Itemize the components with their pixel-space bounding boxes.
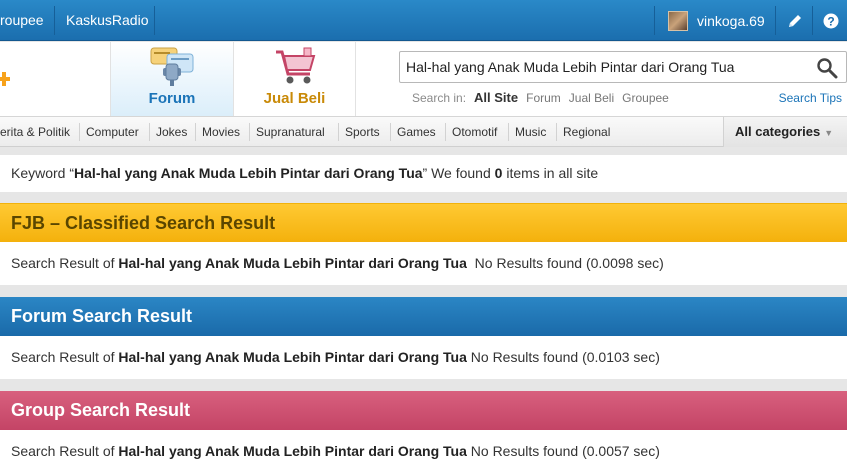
category-divider <box>390 123 391 141</box>
fjb-result-row: Search Result of Hal-hal yang Anak Muda … <box>0 242 847 285</box>
all-categories-label: All categories <box>735 124 821 139</box>
all-categories-dropdown[interactable]: All categories ▼ <box>723 117 847 147</box>
group-section-header: Group Search Result <box>0 391 847 430</box>
avatar <box>668 10 688 31</box>
user-menu[interactable]: vinkoga.69 <box>660 0 765 41</box>
group-result-status: No Results found (0.0057 sec) <box>470 443 660 459</box>
scope-jual-beli[interactable]: Jual Beli <box>569 91 614 105</box>
forum-result-prefix: Search Result of <box>11 349 119 365</box>
search-icon[interactable] <box>814 55 840 81</box>
forum-result-status: No Results found (0.0103 sec) <box>470 349 660 365</box>
topbar-link-kaskusradio[interactable]: KaskusRadio <box>66 0 149 41</box>
category-divider <box>445 123 446 141</box>
caret-down-icon: ▼ <box>824 128 834 138</box>
nav-forum[interactable]: Forum <box>110 42 234 116</box>
fjb-result-status: No Results found (0.0098 sec) <box>474 255 664 271</box>
summary-middle: ” We found <box>422 165 495 181</box>
category-computer[interactable]: Computer <box>86 117 139 147</box>
help-icon[interactable]: ? <box>813 0 847 41</box>
logo-fragment-icon[interactable] <box>0 70 12 88</box>
category-otomotif[interactable]: Otomotif <box>452 117 497 147</box>
topbar-divider <box>54 6 55 35</box>
cart-icon <box>234 46 355 88</box>
scope-all-site[interactable]: All Site <box>474 90 518 105</box>
nav-jual-beli[interactable]: Jual Beli <box>234 42 356 116</box>
forum-icon <box>111 46 233 88</box>
scope-groupee[interactable]: Groupee <box>622 91 669 105</box>
svg-text:?: ? <box>827 14 834 28</box>
search-in-label: Search in: <box>412 91 467 105</box>
summary-prefix: Keyword “ <box>11 165 75 181</box>
forum-result-keyword: Hal-hal yang Anak Muda Lebih Pintar dari… <box>118 349 467 365</box>
topbar-link-groupee[interactable]: roupee <box>0 0 44 41</box>
summary-keyword: Hal-hal yang Anak Muda Lebih Pintar dari… <box>74 165 423 181</box>
category-games[interactable]: Games <box>397 117 436 147</box>
forum-section-header: Forum Search Result <box>0 297 847 336</box>
pencil-icon[interactable] <box>777 0 813 41</box>
category-supranatural[interactable]: Supranatural <box>256 117 325 147</box>
search-tips-link[interactable]: Search Tips <box>779 91 842 105</box>
group-result-row: Search Result of Hal-hal yang Anak Muda … <box>0 430 847 474</box>
scope-forum[interactable]: Forum <box>526 91 561 105</box>
group-result-prefix: Search Result of <box>11 443 119 459</box>
summary-suffix: items in all site <box>502 165 599 181</box>
topbar-divider <box>154 6 155 35</box>
category-sports[interactable]: Sports <box>345 117 380 147</box>
search-input[interactable] <box>406 52 806 82</box>
category-divider <box>338 123 339 141</box>
fjb-section-header: FJB – Classified Search Result <box>0 203 847 242</box>
category-divider <box>149 123 150 141</box>
category-divider <box>556 123 557 141</box>
search-summary: Keyword “Hal-hal yang Anak Muda Lebih Pi… <box>0 155 847 192</box>
category-divider <box>79 123 80 141</box>
fjb-result-prefix: Search Result of <box>11 255 119 271</box>
category-movies[interactable]: Movies <box>202 117 240 147</box>
category-regional[interactable]: Regional <box>563 117 610 147</box>
category-bar: erita & Politik Computer Jokes Movies Su… <box>0 116 847 147</box>
username: vinkoga.69 <box>697 12 765 29</box>
group-result-keyword: Hal-hal yang Anak Muda Lebih Pintar dari… <box>118 443 467 459</box>
search-box <box>399 51 847 83</box>
site-header: Forum Jual Beli Search in: All Site Foru… <box>0 42 847 116</box>
nav-jual-beli-label: Jual Beli <box>263 90 326 107</box>
forum-result-row: Search Result of Hal-hal yang Anak Muda … <box>0 336 847 379</box>
category-jokes[interactable]: Jokes <box>156 117 187 147</box>
nav-forum-label: Forum <box>148 90 196 107</box>
category-berita-politik[interactable]: erita & Politik <box>0 117 70 147</box>
category-divider <box>508 123 509 141</box>
category-divider <box>249 123 250 141</box>
search-scope-bar: Search in: All Site Forum Jual Beli Grou… <box>412 90 677 105</box>
topbar-divider <box>775 6 776 35</box>
topbar-divider <box>654 6 655 35</box>
top-bar: roupee KaskusRadio vinkoga.69 ? <box>0 0 847 41</box>
category-music[interactable]: Music <box>515 117 546 147</box>
category-divider <box>195 123 196 141</box>
fjb-result-keyword: Hal-hal yang Anak Muda Lebih Pintar dari… <box>118 255 467 271</box>
